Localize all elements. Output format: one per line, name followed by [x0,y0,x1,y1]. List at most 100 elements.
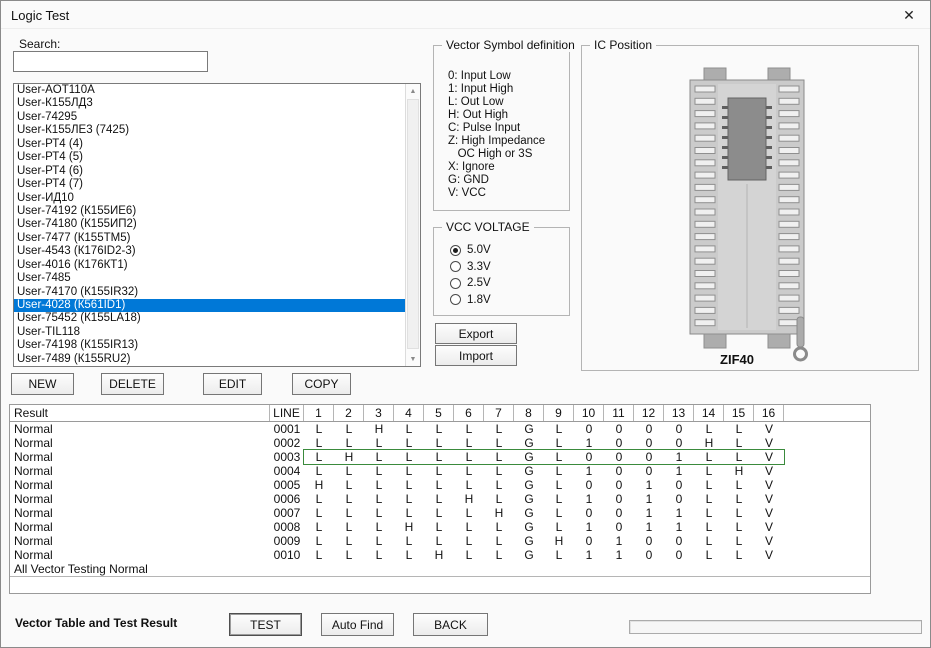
list-scrollbar[interactable]: ▲ ▼ [405,84,420,366]
list-item[interactable]: User-75452 (К155LA18) [14,312,405,325]
new-button[interactable]: NEW [11,373,74,395]
table-row[interactable]: Normal0005HLLLLLLGL0010LLV [10,478,870,492]
radio-icon [450,261,461,272]
line-cell: 0009 [270,534,304,548]
delete-button[interactable]: DELETE [101,373,164,395]
export-button[interactable]: Export [435,323,517,344]
vector-cell: 1 [604,548,634,562]
auto-find-button[interactable]: Auto Find [321,613,394,636]
list-item[interactable]: User-7485 [14,272,405,285]
scroll-up-icon[interactable]: ▲ [406,84,420,98]
column-header-filler [784,405,870,421]
list-item[interactable]: User-4028 (К561ID1) [14,299,405,312]
vcc-voltage-group: VCC VOLTAGE 5.0V3.3V2.5V1.8V [433,227,570,316]
vector-cell: 0 [634,422,664,436]
vector-cell: L [694,464,724,478]
vector-cell: L [484,464,514,478]
list-item[interactable]: User-7489 (К155RU2) [14,353,405,366]
search-input[interactable] [13,51,208,72]
list-item[interactable]: User-4543 (К176ID2-3) [14,245,405,258]
vcc-voltage-group-title: VCC VOLTAGE [442,220,534,234]
vector-cell: V [754,534,784,548]
list-item[interactable]: User-AOT110A [14,84,405,97]
table-footer: All Vector Testing Normal [10,562,870,577]
list-item[interactable]: User-К155ЛЕ3 (7425) [14,124,405,137]
scroll-down-icon[interactable]: ▼ [406,352,420,366]
vector-cell: 1 [604,534,634,548]
result-cell: Normal [10,534,270,548]
vector-cell: V [754,422,784,436]
radio-icon [450,294,461,305]
list-item[interactable]: User-РТ4 (4) [14,138,405,151]
list-item[interactable]: User-74180 (К155ИП2) [14,218,405,231]
vector-cells: LLLLLHLGL1010LLV [304,492,784,506]
table-row[interactable]: Normal0007LLLLLLHGL0011LLV [10,506,870,520]
vector-cell: 0 [634,436,664,450]
vector-cell: L [484,478,514,492]
list-item[interactable]: User-74170 (К155IR32) [14,286,405,299]
table-row[interactable]: Normal0008LLLHLLLGL1011LLV [10,520,870,534]
column-header: 15 [724,405,754,421]
window-title: Logic Test [11,8,69,23]
test-button[interactable]: TEST [229,613,302,636]
zif-socket-icon [652,64,822,364]
vcc-option-2.5v[interactable]: 2.5V [450,275,491,292]
scrollbar-thumb[interactable] [407,99,419,349]
list-item[interactable]: User-74192 (К155ИЕ6) [14,205,405,218]
vector-cell: L [334,520,364,534]
vector-cells: LLHLLLLGL0000LLV [304,422,784,436]
table-row[interactable]: Normal0010LLLLHLLGL1100LLV [10,548,870,562]
table-row[interactable]: Normal0002LLLLLLLGL1000HLV [10,436,870,450]
table-footer-text: All Vector Testing Normal [14,562,148,576]
list-item[interactable]: User-4016 (К176КТ1) [14,259,405,272]
column-header: 4 [394,405,424,421]
list-item[interactable]: User-7477 (К155ТМ5) [14,232,405,245]
edit-button[interactable]: EDIT [203,373,262,395]
column-header: 8 [514,405,544,421]
vector-cell: H [484,506,514,520]
vector-cell: L [454,422,484,436]
result-cell: Normal [10,422,270,436]
list-item[interactable]: User-ИД10 [14,192,405,205]
vector-cell: L [424,464,454,478]
vector-cell: 0 [574,422,604,436]
list-item[interactable]: User-РТ4 (7) [14,178,405,191]
vector-cell: L [334,506,364,520]
table-row[interactable]: Normal0004LLLLLLLGL1001LHV [10,464,870,478]
vector-cell: L [304,464,334,478]
device-list-items: User-AOT110AUser-К155ЛД3User-74295User-К… [14,84,405,366]
title-bar: Logic Test ✕ [1,1,930,29]
column-header: 7 [484,405,514,421]
vcc-option-5.0v[interactable]: 5.0V [450,242,491,259]
back-button[interactable]: BACK [413,613,488,636]
table-row[interactable]: Normal0001LLHLLLLGL0000LLV [10,422,870,436]
vcc-option-3.3v[interactable]: 3.3V [450,259,491,276]
vector-cell: L [544,492,574,506]
list-item[interactable]: User-TIL118 [14,326,405,339]
import-button[interactable]: Import [435,345,517,366]
list-item[interactable]: User-74198 (К155IR13) [14,339,405,352]
vector-cell: 1 [634,492,664,506]
vcc-option-1.8v[interactable]: 1.8V [450,292,491,309]
vector-symbol-line: G: GND [448,174,567,187]
list-item[interactable]: User-РТ4 (6) [14,165,405,178]
list-item[interactable]: User-К155ЛД3 [14,97,405,110]
vector-cell: L [484,450,514,464]
vector-cell: L [364,548,394,562]
table-row[interactable]: Normal0009LLLLLLLGH0100LLV [10,534,870,548]
list-item[interactable]: User-РТ4 (5) [14,151,405,164]
list-item[interactable]: User-74295 [14,111,405,124]
result-cell: Normal [10,464,270,478]
vector-cell: L [454,548,484,562]
vector-cell: L [304,548,334,562]
vector-cell: L [364,450,394,464]
vector-cell: L [724,506,754,520]
vector-cell: 0 [604,520,634,534]
copy-button[interactable]: COPY [292,373,351,395]
table-row[interactable]: Normal0006LLLLLHLGL1010LLV [10,492,870,506]
vector-cell: V [754,478,784,492]
close-button[interactable]: ✕ [888,1,930,29]
vector-cell: L [424,492,454,506]
column-header: 11 [604,405,634,421]
table-row[interactable]: Normal0003LHLLLLLGL0001LLV [10,450,870,464]
